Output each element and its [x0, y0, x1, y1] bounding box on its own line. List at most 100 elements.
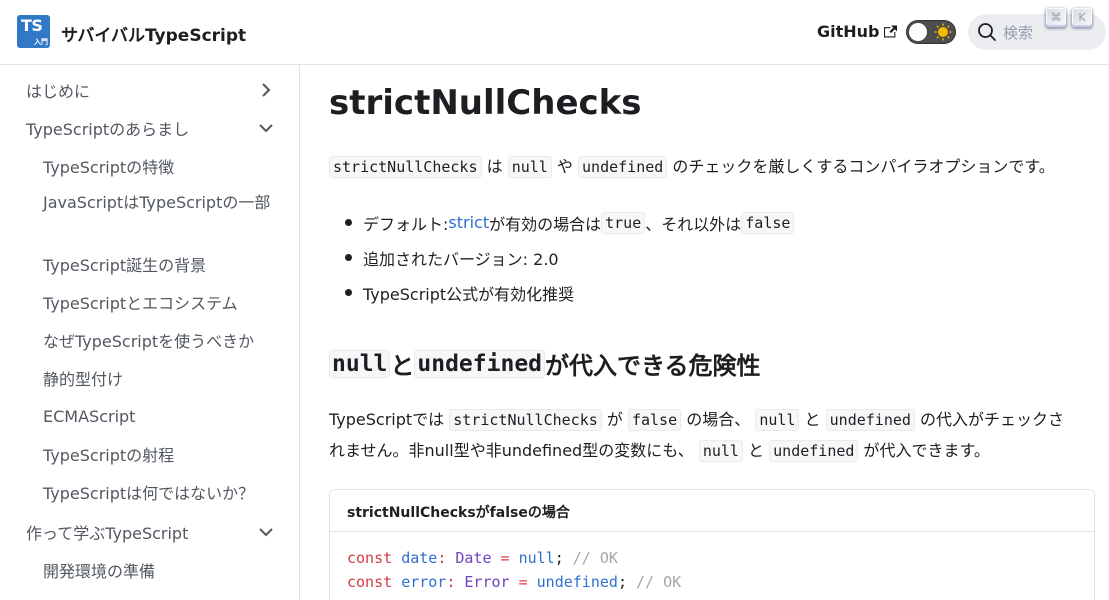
external-link-icon — [883, 25, 897, 38]
kbd-k-key: K — [1072, 8, 1092, 27]
list-item-default: デフォルト: strict が有効の場合は true 、それ以外は false — [345, 205, 795, 240]
inline-code: undefined — [414, 349, 546, 378]
text: が — [606, 410, 623, 429]
site-title[interactable]: サバイバルTypeScript — [61, 21, 246, 46]
text: デフォルト: — [363, 214, 449, 234]
page-title: strictNullChecks — [329, 83, 642, 123]
code-keyword: const — [347, 573, 393, 591]
text: が代入できます。 — [863, 441, 990, 460]
toggle-knob — [909, 23, 927, 41]
sidebar-item-label: 開発環境の準備 — [43, 562, 156, 581]
code-colon: : — [446, 573, 456, 591]
paragraph-line-1: TypeScriptでは strictNullChecks が false の場… — [329, 404, 1064, 436]
code-comment: // OK — [572, 549, 618, 567]
section-heading: null と undefined が代入できる危険性 — [329, 346, 761, 381]
text: TypeScriptでは — [329, 410, 445, 429]
code-line: const error: Error = undefined; // OK — [347, 570, 1077, 594]
sidebar-item-what-ts-is-not[interactable]: TypeScriptは何ではないか？ — [43, 477, 283, 507]
code-identifier: error — [401, 573, 447, 591]
chevron-down-icon[interactable] — [258, 524, 274, 540]
code-identifier: date — [401, 549, 438, 567]
text: の代入がチェックさ — [920, 410, 1065, 429]
code-line: const date: Date = null; // OK — [347, 546, 1077, 570]
text: は — [486, 157, 503, 176]
text: と — [804, 410, 821, 429]
site-logo[interactable]: TS 入門 — [17, 15, 50, 48]
inline-code: undefined — [825, 409, 915, 431]
text: と — [748, 441, 765, 460]
text: TypeScript公式が有効化推奨 — [363, 284, 575, 304]
inline-code: strictNullChecks — [449, 409, 602, 431]
sidebar-item-label: なぜTypeScriptを使うべきか — [43, 332, 255, 351]
inline-code: undefined — [769, 440, 859, 462]
option-info-list: デフォルト: strict が有効の場合は true 、それ以外は false 追加され… — [345, 205, 795, 310]
code-semicolon: ; — [617, 573, 627, 591]
code-comment: // OK — [636, 573, 682, 591]
kbd-cmd-key: ⌘ — [1046, 8, 1066, 27]
sidebar-item-label: JavaScriptはTypeScriptの一部 — [43, 193, 271, 212]
inline-code: null — [329, 349, 391, 378]
text: や — [556, 157, 573, 176]
sidebar-item-hajimeni[interactable]: はじめに — [26, 75, 284, 105]
sidebar-item-background[interactable]: TypeScript誕生の背景 — [43, 249, 283, 279]
inline-code: false — [741, 211, 795, 234]
text: が代入できる危険性 — [545, 352, 761, 380]
sidebar-item-learn-by-making[interactable]: 作って学ぶTypeScript — [26, 517, 284, 547]
sidebar: はじめに TypeScriptのあらまし TypeScriptの特徴 JavaS… — [0, 65, 300, 600]
paragraph-line-2: れません。非null型や非undefined型の変数にも、 null と und… — [329, 435, 990, 467]
sidebar-item-ecmascript[interactable]: ECMAScript — [43, 401, 283, 431]
list-item-version: 追加されたバージョン: 2.0 — [345, 240, 794, 275]
text: 追加されたバージョン: 2.0 — [363, 249, 559, 269]
inline-code: false — [627, 409, 682, 431]
inline-code: null — [507, 156, 552, 178]
code-block-title: strictNullChecksがfalseの場合 — [330, 490, 1094, 532]
search-icon — [978, 23, 996, 41]
logo-sub-text: 入門 — [34, 38, 48, 46]
sidebar-item-label: 作って学ぶTypeScript — [26, 524, 189, 543]
sidebar-item-label: TypeScriptは何ではないか？ — [43, 484, 255, 503]
sidebar-item-label: TypeScriptのあらまし — [26, 120, 190, 139]
code-operator: = — [518, 573, 528, 591]
sidebar-item-static-typing[interactable]: 静的型付け — [43, 363, 283, 393]
code-value: undefined — [536, 573, 618, 591]
sidebar-item-ecosystem[interactable]: TypeScriptとエコシステム — [43, 287, 283, 317]
sidebar-item-scope[interactable]: TypeScriptの射程 — [43, 439, 283, 469]
chevron-down-icon[interactable] — [258, 120, 274, 136]
text: 、それ以外は — [645, 214, 742, 234]
sidebar-item-js-part-of-ts[interactable]: JavaScriptはTypeScriptの一部 — [43, 189, 283, 237]
sidebar-item-label: TypeScriptとエコシステム — [43, 294, 238, 313]
inline-code: null — [755, 409, 800, 431]
sidebar-item-label: ECMAScript — [43, 406, 136, 426]
sidebar-item-overview[interactable]: TypeScriptのあらまし — [26, 113, 284, 143]
code-semicolon: ; — [554, 549, 564, 567]
inline-code: strictNullChecks — [329, 156, 482, 178]
text: が有効の場合は — [489, 214, 602, 234]
inline-code: true — [601, 211, 646, 234]
text: と — [390, 352, 415, 380]
sidebar-item-label: 静的型付け — [43, 370, 124, 389]
sidebar-item-features[interactable]: TypeScriptの特徴 — [43, 151, 283, 181]
code-type: Date — [455, 549, 492, 567]
sidebar-item-dev-env[interactable]: 開発環境の準備 — [43, 555, 283, 585]
text: の場合、 — [686, 410, 751, 429]
text: のチェックを厳しくするコンパイラオプションです。 — [672, 157, 1055, 176]
main-content: strictNullChecks strictNullChecks は null… — [300, 65, 1109, 600]
inline-code: null — [698, 440, 743, 462]
intro-paragraph: strictNullChecks は null や undefined のチェッ… — [329, 151, 1055, 183]
sidebar-item-label: TypeScript誕生の背景 — [43, 256, 207, 275]
github-link[interactable]: GitHub — [817, 22, 897, 41]
dark-mode-toggle[interactable] — [906, 20, 956, 44]
code-block-body[interactable]: const date: Date = null; // OK const err… — [330, 532, 1094, 600]
sidebar-item-why-ts[interactable]: なぜTypeScriptを使うべきか — [43, 325, 283, 355]
sidebar-item-label: TypeScriptの特徴 — [43, 158, 175, 177]
search-placeholder: 検索 — [1003, 24, 1034, 42]
inline-code: undefined — [578, 156, 668, 178]
github-link-label: GitHub — [817, 22, 880, 41]
code-operator: = — [500, 549, 510, 567]
chevron-right-icon[interactable] — [258, 82, 274, 98]
code-keyword: const — [347, 549, 393, 567]
code-block: strictNullChecksがfalseの場合 const date: Da… — [329, 489, 1095, 600]
code-type: Error — [464, 573, 510, 591]
list-item-recommended: TypeScript公式が有効化推奨 — [345, 275, 794, 310]
strict-link[interactable]: strict — [448, 213, 489, 232]
